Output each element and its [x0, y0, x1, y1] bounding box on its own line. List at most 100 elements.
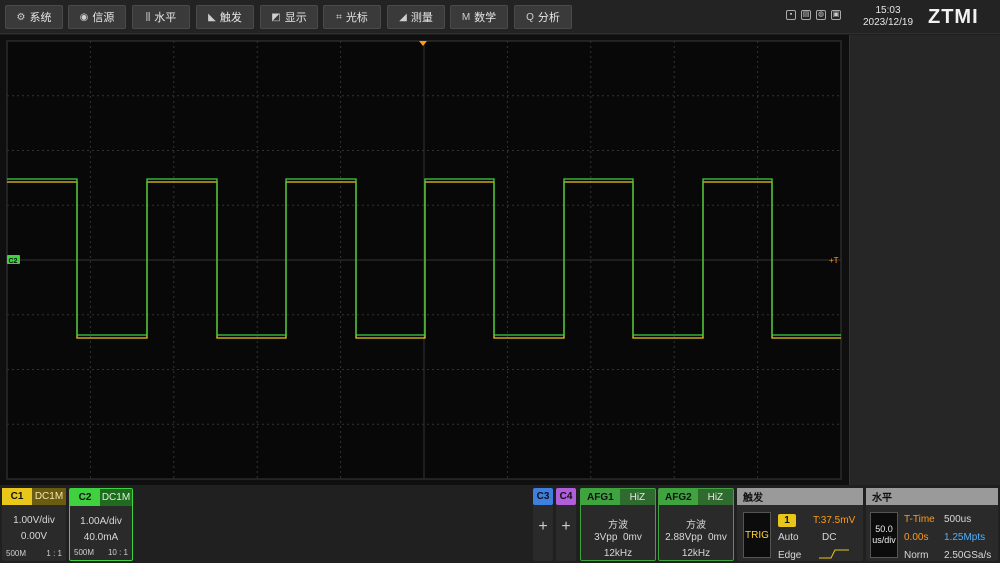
trigger-icon: ◣: [208, 11, 216, 23]
add-channel-3-button[interactable]: C3 +: [533, 488, 553, 561]
signal-source-icon: ◉: [79, 11, 89, 23]
afg-2-wave: 方波: [686, 520, 706, 531]
afg-1-amplitude: 3Vpp: [594, 532, 618, 543]
trigger-title: 触发: [737, 488, 863, 505]
afg-1-name: AFG1: [581, 489, 620, 505]
gear-icon: ⚙: [16, 11, 26, 23]
horizontal-icon: ⫼: [145, 11, 151, 23]
menu-analysis-button[interactable]: Q 分析: [514, 5, 572, 29]
waveform-display[interactable]: C2 +T: [0, 35, 849, 485]
horizontal-title: 水平: [866, 488, 998, 505]
acquisition-mode: Norm: [904, 550, 929, 561]
cursor-icon: ⌗: [336, 11, 342, 23]
channel-1-footer: 500M 1 : 1: [6, 549, 62, 558]
trigger-coupling: DC: [822, 532, 837, 543]
afg-1-frequency: 12kHz: [603, 548, 633, 559]
channel-2-footer: 500M 10 : 1: [74, 548, 128, 557]
top-menu-bar: ▪ ▤ ◍ ▣ 15:03 2023/12/19 ZTMI ⚙ 系统 ◉ 信源 ⫼ 水平 ◣…: [0, 0, 1000, 34]
analysis-icon: Q: [526, 11, 534, 23]
menu-label: 系统: [29, 12, 52, 24]
trigger-level: T:37.5mV: [813, 515, 856, 526]
status-icons: ▪ ▤ ◍ ▣: [786, 10, 841, 20]
record-length: 1.25Mpts: [944, 532, 986, 543]
horizontal-panel[interactable]: 水平 50.0 us/div T-Time 500us 0.00s 1.25Mp…: [866, 488, 998, 561]
channel-3-tag: C3: [533, 488, 553, 505]
screenshot-icon[interactable]: ▣: [831, 10, 841, 20]
afg-2-frequency: 12kHz: [681, 548, 711, 559]
trigger-status-box: TRIG: [743, 512, 771, 558]
timebase-value: 50.0: [875, 524, 893, 534]
clock: 15:03 2023/12/19: [860, 5, 916, 29]
menu-label: 水平: [154, 12, 177, 24]
channel-1-scale: 1.00V/div: [13, 515, 55, 526]
menu-horizontal-button[interactable]: ⫼ 水平: [132, 5, 190, 29]
afg-2-offset: 0mv: [707, 532, 727, 543]
channel-1-card[interactable]: C1 DC1M 1.00V/div 0.00V 500M 1 : 1: [2, 488, 66, 561]
trigger-type: Edge: [778, 550, 802, 561]
channel-1-probe: 1 : 1: [46, 549, 62, 558]
channel-2-offset: 40.0mA: [83, 532, 119, 543]
menu-measure-button[interactable]: ◢ 测量: [387, 5, 445, 29]
channel-2-tag: C2: [70, 489, 100, 506]
afg-2-header: AFG2 HiZ: [659, 489, 733, 505]
t-time-value: 500us: [944, 514, 972, 525]
bottom-status-bar: C1 DC1M 1.00V/div 0.00V 500M 1 : 1 C2 DC…: [0, 485, 1000, 563]
menu-math-button[interactable]: M 数学: [450, 5, 508, 29]
timebase-unit: us/div: [872, 535, 896, 545]
clock-date: 2023/12/19: [862, 17, 914, 28]
plus-icon: +: [561, 518, 571, 535]
trigger-level-marker: +T: [829, 256, 839, 265]
menu-label: 测量: [410, 12, 433, 24]
waveform-canvas[interactable]: C2 +T: [0, 35, 849, 485]
channel-2-card[interactable]: C2 DC1M 1.00A/div 40.0mA 500M 10 : 1: [69, 488, 133, 561]
network-icon[interactable]: ▤: [801, 10, 811, 20]
clock-time: 15:03: [875, 5, 901, 16]
menu-display-button[interactable]: ◩ 显示: [260, 5, 318, 29]
channel-1-tag: C1: [2, 488, 32, 505]
wifi-icon[interactable]: ◍: [816, 10, 826, 20]
afg-2-amp-offset: 2.88Vpp 0mv: [659, 532, 733, 543]
trigger-mode: Auto: [778, 532, 799, 543]
rising-edge-icon: [819, 549, 849, 559]
t-time-label: T-Time: [904, 514, 935, 525]
trigger-panel[interactable]: 触发 TRIG 1 T:37.5mV Auto DC Edge: [737, 488, 863, 561]
measure-icon: ◢: [399, 11, 407, 23]
afg-2-name: AFG2: [659, 489, 698, 505]
channel-1-coupling: DC1M: [32, 488, 66, 505]
plus-icon: +: [538, 518, 548, 535]
channel-2-marker-label: C2: [9, 258, 18, 265]
menu-label: 数学: [474, 12, 497, 24]
channel-1-offset: 0.00V: [20, 531, 48, 542]
menu-signal-source-button[interactable]: ◉ 信源: [68, 5, 126, 29]
afg-2-amplitude: 2.88Vpp: [665, 532, 703, 543]
afg-2-impedance: HiZ: [697, 489, 733, 505]
afg-1-amp-offset: 3Vpp 0mv: [581, 532, 655, 543]
menu-cursor-button[interactable]: ⌗ 光标: [323, 5, 381, 29]
afg-1-card[interactable]: AFG1 HiZ 方波 3Vpp 0mv 12kHz: [580, 488, 656, 561]
channel-2-probe: 10 : 1: [107, 548, 128, 557]
channel-2-scale: 1.00A/div: [80, 516, 122, 527]
brand-logo: ZTMI: [928, 6, 979, 28]
side-panel: [849, 35, 1000, 485]
menu-gear-button[interactable]: ⚙ 系统: [5, 5, 63, 29]
channel-1-header: C1 DC1M: [2, 488, 66, 505]
usb-icon[interactable]: ▪: [786, 10, 796, 20]
menu-label: 信源: [92, 12, 115, 24]
afg-1-offset: 0mv: [623, 532, 642, 543]
math-icon: M: [461, 11, 471, 23]
menu-label: 分析: [537, 12, 560, 24]
oscilloscope-ui: ▪ ▤ ◍ ▣ 15:03 2023/12/19 ZTMI ⚙ 系统 ◉ 信源 ⫼ 水平 ◣…: [0, 0, 1000, 563]
menu-label: 触发: [219, 12, 242, 24]
add-channel-4-button[interactable]: C4 +: [556, 488, 576, 561]
afg-2-card[interactable]: AFG2 HiZ 方波 2.88Vpp 0mv 12kHz: [658, 488, 734, 561]
afg-1-wave: 方波: [608, 520, 628, 531]
channel-4-tag: C4: [556, 488, 576, 505]
horizontal-delay: 0.00s: [904, 532, 929, 543]
menu-trigger-button[interactable]: ◣ 触发: [196, 5, 254, 29]
menu-label: 显示: [284, 12, 307, 24]
channel-2-bandwidth: 500M: [74, 548, 95, 557]
display-icon: ◩: [271, 11, 281, 23]
afg-1-header: AFG1 HiZ: [581, 489, 655, 505]
sample-rate: 2.50GSa/s: [944, 550, 992, 561]
channel-1-bandwidth: 500M: [6, 549, 27, 558]
